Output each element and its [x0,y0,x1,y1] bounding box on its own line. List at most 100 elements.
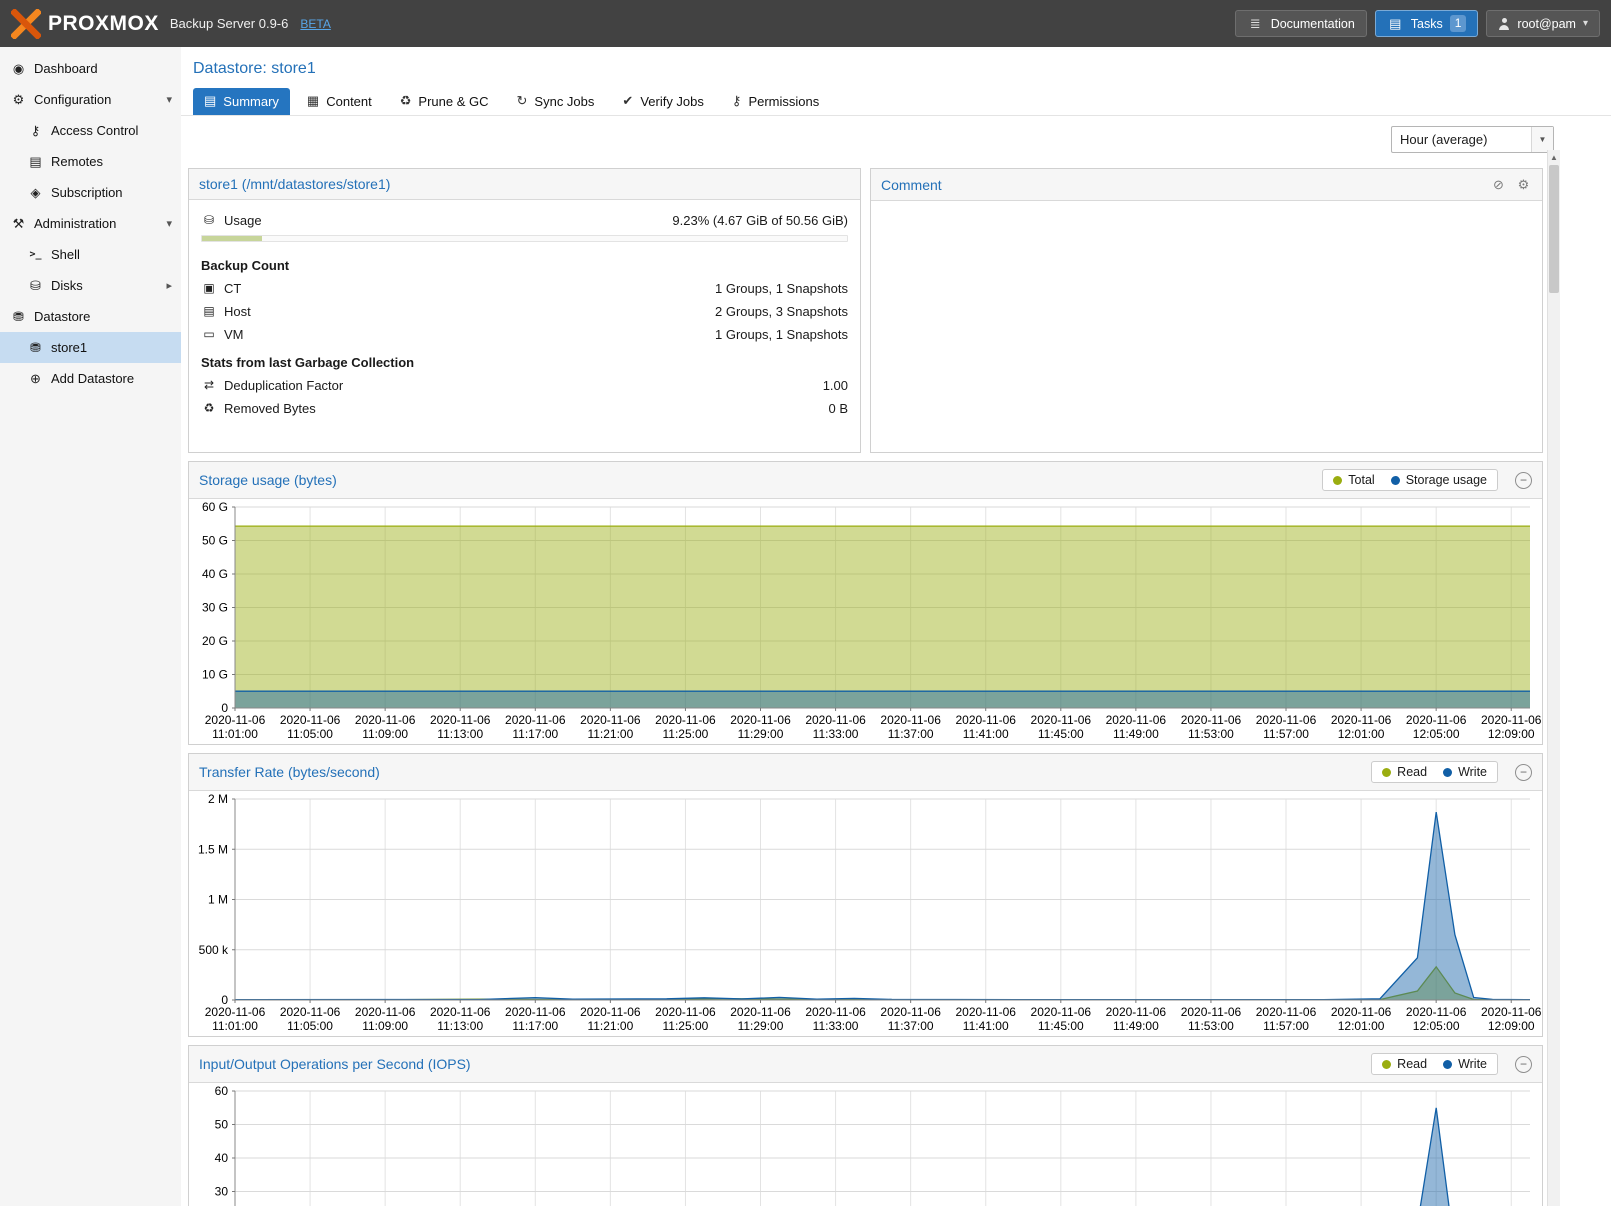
svg-text:11:41:00: 11:41:00 [963,727,1009,741]
legend-item-read[interactable]: Read [1382,765,1427,779]
sidebar-item-remotes[interactable]: ▤Remotes [0,146,181,177]
summary-row: ▤Host2 Groups, 3 Snapshots [189,300,860,323]
summary-row: ▭VM1 Groups, 1 Snapshots [189,323,860,346]
sidebar-item-store1[interactable]: ⛃store1 [0,332,181,363]
svg-text:12:01:00: 12:01:00 [1338,727,1385,741]
svg-text:11:29:00: 11:29:00 [738,727,784,741]
svg-text:2020-11-06: 2020-11-06 [880,713,941,727]
collapse-icon[interactable]: − [1515,472,1532,489]
task-list-icon: ▤ [1387,15,1404,32]
sidebar-item-subscription[interactable]: ◈Subscription [0,177,181,208]
tab-label: Permissions [748,94,819,109]
trash-icon: ♻ [201,399,217,418]
sync-icon: ↻ [517,93,528,109]
compress-icon: ⇄ [201,376,217,395]
no-edit-icon[interactable]: ⊘ [1490,176,1507,193]
tasks-button[interactable]: ▤ Tasks 1 [1375,10,1479,37]
svg-text:2020-11-06: 2020-11-06 [1406,1005,1467,1019]
sidebar-item-add-datastore[interactable]: ⊕Add Datastore [0,363,181,394]
svg-text:2020-11-06: 2020-11-06 [205,713,266,727]
tab-content[interactable]: ▦Content [296,88,383,115]
legend-item-write[interactable]: Write [1443,1057,1487,1071]
tab-sync-jobs[interactable]: ↻Sync Jobs [506,88,606,115]
sidebar-item-dashboard[interactable]: ◉Dashboard [0,53,181,84]
svg-text:2020-11-06: 2020-11-06 [505,1005,566,1019]
collapse-icon[interactable]: − [1515,764,1532,781]
timeframe-select[interactable]: Hour (average) ▼ [1391,126,1554,153]
chart-panel-input-output-operations-per-second-iops: Input/Output Operations per Second (IOPS… [188,1045,1543,1206]
comment-panel-body [871,201,1542,452]
collapse-icon[interactable]: − [1515,1056,1532,1073]
beta-link[interactable]: BETA [300,17,330,31]
content: store1 (/mnt/datastores/store1) ⛁ Usage … [181,160,1611,1206]
scrollbar-thumb[interactable] [1549,165,1559,293]
trash-icon: ♻ [400,93,412,109]
svg-text:11:33:00: 11:33:00 [813,727,859,741]
summary-row-value: 1.00 [823,376,848,395]
documentation-button[interactable]: ≣ Documentation [1235,10,1367,37]
sidebar-item-disks[interactable]: ⛁Disks▸ [0,270,181,301]
svg-text:2020-11-06: 2020-11-06 [280,1005,341,1019]
chart-canvas: 0500 k1 M1.5 M2 M2020-11-0611:01:002020-… [189,791,1542,1036]
svg-text:60: 60 [215,1084,229,1098]
svg-text:30 G: 30 G [202,601,228,615]
user-menu-button[interactable]: root@pam ▾ [1486,10,1600,37]
sidebar-item-label: Shell [51,247,181,262]
vertical-scrollbar[interactable]: ▲ [1547,150,1560,1206]
svg-text:2020-11-06: 2020-11-06 [430,713,491,727]
disks-icon: ⛁ [27,278,44,294]
svg-text:2020-11-06: 2020-11-06 [730,1005,791,1019]
svg-text:2020-11-06: 2020-11-06 [1331,1005,1392,1019]
svg-text:2020-11-06: 2020-11-06 [355,713,416,727]
legend-item-storage-usage[interactable]: Storage usage [1391,473,1487,487]
tab-permissions[interactable]: ⚷Permissions [721,88,830,115]
gear-icon: ⚙ [10,92,27,108]
legend-item-total[interactable]: Total [1333,473,1374,487]
svg-text:2020-11-06: 2020-11-06 [880,1005,941,1019]
legend-label: Write [1458,765,1487,779]
legend-dot-icon [1333,476,1342,485]
key-icon: ⚷ [27,123,44,139]
svg-text:2020-11-06: 2020-11-06 [1106,1005,1167,1019]
tab-label: Content [326,94,372,109]
legend-dot-icon [1382,1060,1391,1069]
sidebar-item-datastore[interactable]: ⛃Datastore [0,301,181,332]
chart-legend: Read Write [1371,761,1498,783]
tab-verify-jobs[interactable]: ✔Verify Jobs [611,88,715,115]
summary-row-label: Deduplication Factor [224,376,343,395]
usage-value: 9.23% (4.67 GiB of 50.56 GiB) [672,211,848,230]
svg-text:11:53:00: 11:53:00 [1188,1019,1234,1033]
sidebar-item-access-control[interactable]: ⚷Access Control [0,115,181,146]
scroll-up-icon[interactable]: ▲ [1548,150,1560,164]
sidebar-item-configuration[interactable]: ⚙Configuration▾ [0,84,181,115]
sidebar-item-administration[interactable]: ⚒Administration▾ [0,208,181,239]
svg-text:2020-11-06: 2020-11-06 [955,713,1016,727]
timeframe-value: Hour (average) [1392,132,1531,147]
legend-label: Read [1397,765,1427,779]
chart-body: 010 G20 G30 G40 G50 G60 G2020-11-0611:01… [189,499,1542,744]
gear-icon[interactable]: ⚙ [1515,176,1532,193]
tab-label: Verify Jobs [640,94,704,109]
svg-text:11:05:00: 11:05:00 [287,727,333,741]
select-trigger[interactable]: ▼ [1531,127,1553,152]
chevron-down-icon: ▾ [166,217,172,230]
sidebar-item-shell[interactable]: >_Shell [0,239,181,270]
user-icon [1498,18,1510,30]
svg-text:11:45:00: 11:45:00 [1038,727,1084,741]
svg-text:2020-11-06: 2020-11-06 [805,713,866,727]
sidebar-item-label: Datastore [34,309,181,324]
summary-row-label: Removed Bytes [224,399,316,418]
svg-text:11:33:00: 11:33:00 [813,1019,859,1033]
svg-text:2020-11-06: 2020-11-06 [1181,713,1242,727]
gc-stats-title: Stats from last Garbage Collection [189,346,860,374]
product-version: Backup Server 0.9-6 [170,16,289,31]
sidebar-item-label: Disks [51,278,181,293]
tab-prune-gc[interactable]: ♻Prune & GC [389,88,500,115]
usage-progressbar-fill [202,236,262,241]
svg-text:2020-11-06: 2020-11-06 [355,1005,416,1019]
chevron-down-icon: ▾ [166,93,172,106]
legend-item-read[interactable]: Read [1382,1057,1427,1071]
tab-summary[interactable]: ▤Summary [193,88,290,115]
legend-item-write[interactable]: Write [1443,765,1487,779]
svg-text:2020-11-06: 2020-11-06 [805,1005,866,1019]
